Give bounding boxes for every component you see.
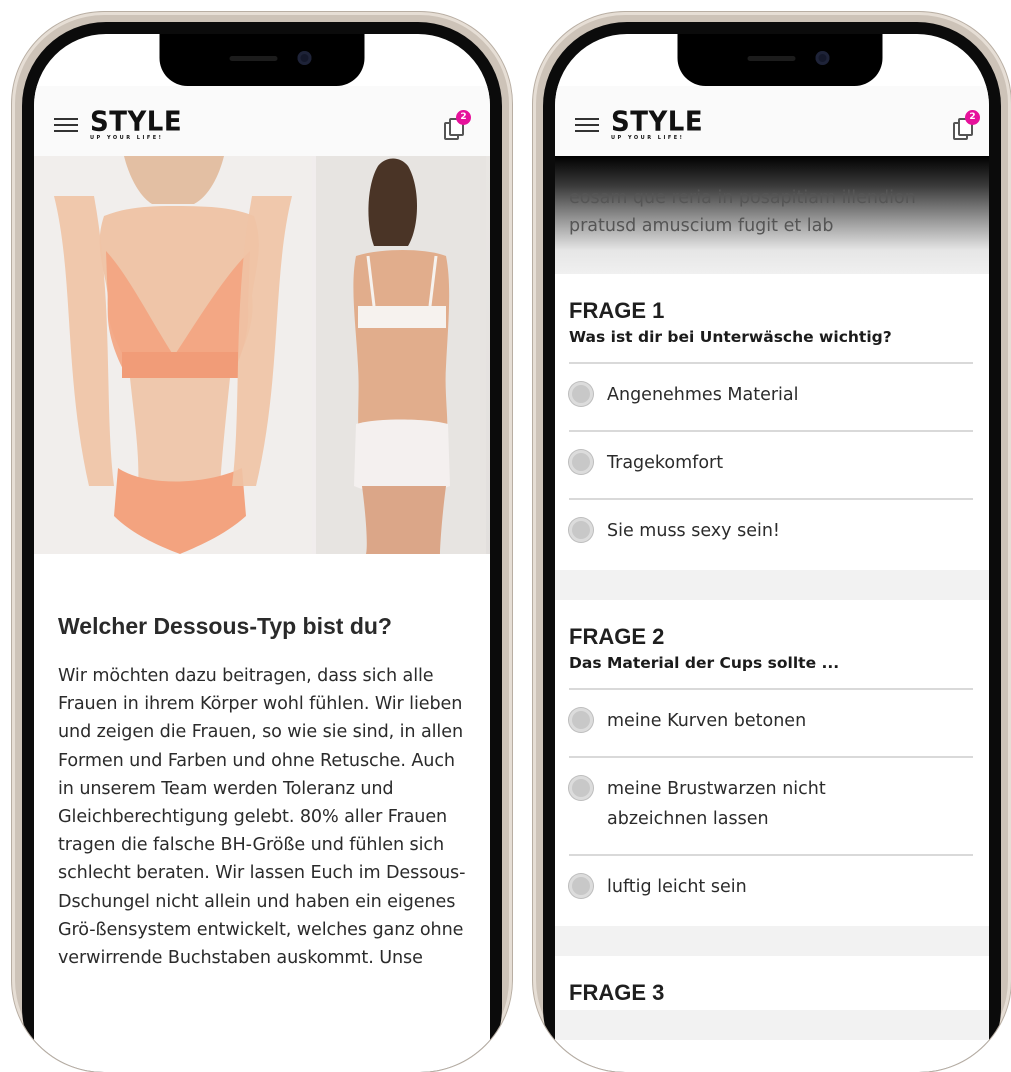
brand-logo[interactable]: STYLE UP YOUR LIFE! [611,106,704,141]
logo-wordmark: STYLE [90,106,183,138]
phone-notch [677,34,883,86]
answer-label: meine Brustwarzen nicht abzeichnen lasse… [607,779,826,829]
answer-label: luftig leicht sein [607,877,747,897]
cart-icon[interactable]: 2 [444,110,471,140]
question-heading: FRAGE 3 [569,980,665,1005]
radio-button[interactable] [569,708,593,732]
radio-button[interactable] [569,874,593,898]
question-heading: FRAGE 1 [569,298,665,323]
radio-button[interactable] [569,776,593,800]
speaker-icon [229,56,278,61]
radio-button[interactable] [569,518,593,542]
question-3: FRAGE 3 [555,956,989,1010]
app-header: STYLE UP YOUR LIFE! 2 [34,86,490,156]
brand-logo[interactable]: STYLE UP YOUR LIFE! [90,106,183,141]
answer-option[interactable]: meine Kurven betonen [569,688,973,756]
hamburger-menu-icon[interactable] [575,118,599,132]
camera-icon [297,51,312,65]
radio-button[interactable] [569,450,593,474]
answer-label: Tragekomfort [607,453,724,473]
logo-wordmark: STYLE [611,106,704,138]
screen-left: STYLE UP YOUR LIFE! 2 Welcher Dessous-Ty… [34,34,490,1072]
cart-count-badge: 2 [456,110,471,125]
question-text: Das Material der Cups sollte ... [569,654,840,672]
phone-bezel: STYLE UP YOUR LIFE! 2 eosam que reria in… [543,22,1001,1072]
cart-icon[interactable]: 2 [953,110,980,140]
article-title: Welcher Dessous-Typ bist du? [58,613,392,639]
answer-label: Angenehmes Material [607,385,799,405]
phone-right: STYLE UP YOUR LIFE! 2 eosam que reria in… [533,12,1011,1072]
answer-label: Sie muss sexy sein! [607,521,780,541]
answer-option[interactable]: meine Brustwarzen nicht abzeichnen lasse… [569,756,973,854]
intro-text: eosam que reria in posapitiam illendion … [569,188,916,236]
answer-option[interactable]: Sie muss sexy sein! [569,498,973,566]
camera-icon [815,51,830,65]
quiz: FRAGE 1 Was ist dir bei Unterwäsche wich… [555,274,989,1040]
phone-left: STYLE UP YOUR LIFE! 2 Welcher Dessous-Ty… [12,12,512,1072]
screen-right: STYLE UP YOUR LIFE! 2 eosam que reria in… [555,34,989,1072]
question-1: FRAGE 1 Was ist dir bei Unterwäsche wich… [555,274,989,570]
article: Welcher Dessous-Typ bist du? Wir möchten… [58,612,468,972]
question-heading: FRAGE 2 [569,624,665,649]
answer-option[interactable]: luftig leicht sein [569,854,973,922]
hero-photo-front [34,156,312,554]
radio-button[interactable] [569,382,593,406]
answer-option[interactable]: Tragekomfort [569,430,973,498]
phone-notch [159,34,365,86]
speaker-icon [747,56,796,61]
hero-photo-back [316,156,490,554]
hamburger-menu-icon[interactable] [54,118,78,132]
hero-image [34,156,490,554]
cart-count-badge: 2 [965,110,980,125]
answer-label: meine Kurven betonen [607,711,807,731]
app-header: STYLE UP YOUR LIFE! 2 [555,86,989,156]
phone-bezel: STYLE UP YOUR LIFE! 2 Welcher Dessous-Ty… [22,22,502,1072]
answer-option[interactable]: Angenehmes Material [569,362,973,430]
question-2: FRAGE 2 Das Material der Cups sollte ...… [555,600,989,926]
article-body: Wir möchten dazu beitragen, dass sich al… [58,666,466,969]
question-text: Was ist dir bei Unterwäsche wichtig? [569,328,892,346]
intro-section: eosam que reria in posapitiam illendion … [555,156,989,274]
